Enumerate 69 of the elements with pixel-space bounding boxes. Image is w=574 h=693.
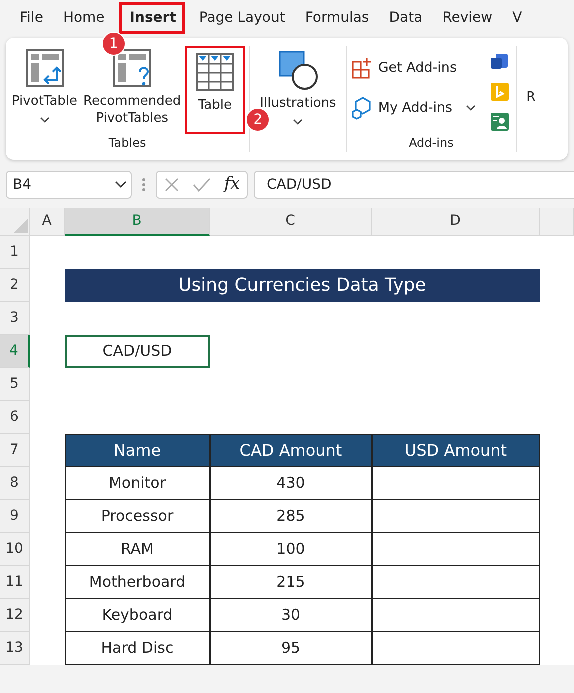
row-header[interactable]: 8 xyxy=(0,467,30,500)
cancel-icon xyxy=(164,177,180,193)
row-header[interactable]: 3 xyxy=(0,302,30,335)
ribbon-tab[interactable]: Formulas xyxy=(299,6,376,30)
ribbon-tab[interactable]: Insert xyxy=(124,6,182,30)
table-cell: 430 xyxy=(210,467,372,500)
column-header[interactable]: C xyxy=(210,208,372,236)
row-header[interactable]: 2 xyxy=(0,269,30,302)
row-header[interactable]: 9 xyxy=(0,500,30,533)
ribbon-tab[interactable]: Data xyxy=(383,6,429,30)
table-header-cell: Name xyxy=(65,434,210,467)
table-icon xyxy=(195,52,236,92)
get-addins-icon xyxy=(351,56,374,80)
table-cell: 285 xyxy=(210,500,372,533)
ribbon-button[interactable]: R xyxy=(520,88,538,134)
row-header[interactable]: 11 xyxy=(0,566,30,599)
ribbon-button[interactable]: Table xyxy=(187,48,244,132)
title-banner: Using Currencies Data Type xyxy=(65,269,540,302)
ribbon-tab[interactable]: Review xyxy=(436,6,499,30)
row-header[interactable]: 12 xyxy=(0,599,30,632)
table-cell: Monitor xyxy=(65,467,210,500)
table-cell: Hard Disc xyxy=(65,632,210,665)
formula-field[interactable]: CAD/USD xyxy=(254,171,574,199)
step-marker: 2 xyxy=(246,108,270,132)
column-header[interactable]: D xyxy=(372,208,540,236)
row-header[interactable]: 1 xyxy=(0,236,30,269)
table-cell: 95 xyxy=(210,632,372,665)
row-header[interactable]: 5 xyxy=(0,368,30,401)
ribbon-tab[interactable]: Page Layout xyxy=(193,6,292,30)
row-header[interactable]: 7 xyxy=(0,434,30,467)
group-label: Add-ins xyxy=(408,135,455,152)
select-all-icon xyxy=(14,219,28,233)
row-header[interactable]: 10 xyxy=(0,533,30,566)
shapes-icon xyxy=(278,50,318,90)
table-cell: 215 xyxy=(210,566,372,599)
pivot-table-icon xyxy=(24,48,65,88)
row-header[interactable]: 13 xyxy=(0,632,30,665)
name-box[interactable]: B4 xyxy=(6,171,132,199)
step-marker: 1 xyxy=(102,32,126,56)
column-header[interactable]: B xyxy=(65,208,210,236)
enter-icon xyxy=(193,177,212,193)
table-cell: Processor xyxy=(65,500,210,533)
column-header[interactable]: A xyxy=(30,208,65,236)
row-header[interactable]: 6 xyxy=(0,401,30,434)
group-label: Tables xyxy=(108,135,148,152)
table-cell: Motherboard xyxy=(65,566,210,599)
ribbon-tab[interactable]: V xyxy=(506,6,528,30)
ribbon-button[interactable]: PivotTable xyxy=(10,46,80,134)
table-cell: Keyboard xyxy=(65,599,210,632)
bing-icon xyxy=(490,82,510,102)
table-cell: 30 xyxy=(210,599,372,632)
more-icon xyxy=(142,177,146,193)
selected-cell[interactable]: CAD/USD xyxy=(65,335,210,368)
table-cell: RAM xyxy=(65,533,210,566)
insert-function-button[interactable]: fx xyxy=(224,172,240,198)
my-addins-icon xyxy=(351,96,374,120)
ribbon-button[interactable]: Get Add-ins xyxy=(351,56,476,80)
visio-icon xyxy=(490,52,510,72)
ribbon-tab[interactable]: Home xyxy=(57,6,111,30)
pivot-question-icon xyxy=(112,48,152,88)
table-header-cell: CAD Amount xyxy=(210,434,372,467)
row-header[interactable]: 4 xyxy=(0,335,30,368)
column-header[interactable] xyxy=(540,208,574,236)
people-graph-icon xyxy=(490,112,510,132)
ribbon-button[interactable]: My Add-ins xyxy=(351,96,476,120)
ribbon-tab[interactable]: File xyxy=(14,6,50,30)
dropdown-icon xyxy=(115,181,127,189)
table-header-cell: USD Amount xyxy=(372,434,540,467)
table-cell: 100 xyxy=(210,533,372,566)
